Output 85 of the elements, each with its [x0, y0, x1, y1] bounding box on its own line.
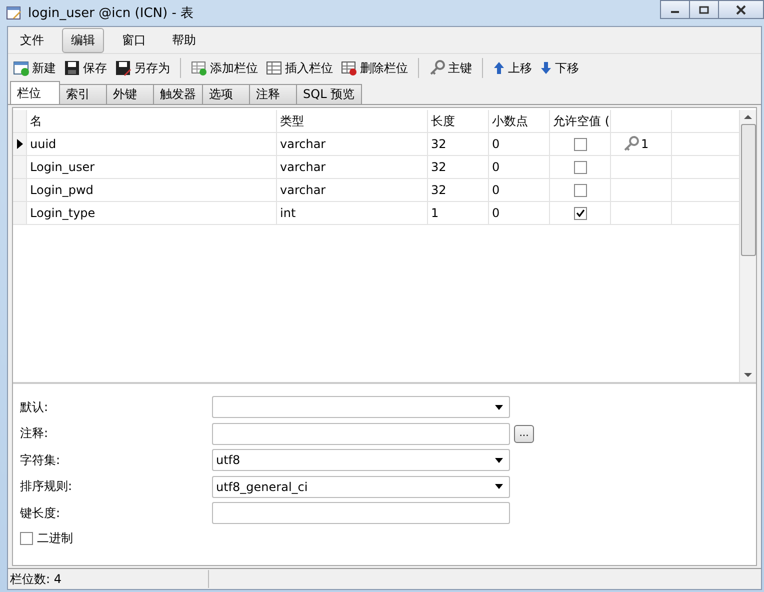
checkbox[interactable]	[574, 138, 586, 150]
tab[interactable]: SQL 预览	[296, 84, 362, 104]
table-cell: varchar	[277, 179, 428, 201]
grid-delete-icon	[341, 60, 357, 76]
table-cell: 0	[489, 202, 550, 224]
column-header: 长度	[428, 110, 489, 132]
toolbar-button[interactable]: 上移	[490, 58, 535, 78]
table-cell: 32	[428, 156, 489, 178]
floppy-icon	[64, 60, 80, 76]
close-icon	[736, 4, 746, 14]
input-field[interactable]	[212, 502, 510, 524]
table-cell: 0	[489, 156, 550, 178]
column-header: 小数点	[489, 110, 550, 132]
toolbar-button[interactable]: 插入栏位	[263, 58, 336, 78]
dropdown-arrow-icon	[495, 458, 503, 462]
menu-item[interactable]: 文件	[12, 28, 52, 52]
tab[interactable]: 索引	[59, 84, 107, 104]
field-label: 键长度:	[20, 504, 62, 522]
table-cell: Login_user	[27, 156, 277, 178]
input-field[interactable]	[212, 422, 510, 444]
minimize-button[interactable]	[660, 0, 690, 19]
toolbar-button[interactable]: 添加栏位	[188, 58, 261, 78]
menu-item[interactable]: 窗口	[114, 28, 154, 52]
table-cell: varchar	[277, 133, 428, 155]
tab[interactable]: 选项	[202, 84, 250, 104]
row-header[interactable]	[13, 133, 27, 155]
maximize-icon	[699, 6, 709, 14]
grid-add-icon	[191, 60, 207, 76]
table-cell: Login_pwd	[27, 179, 277, 201]
checkbox[interactable]	[574, 206, 586, 220]
table-cell: 0	[489, 133, 550, 155]
status-text: 栏位数: 4	[9, 570, 62, 588]
dropdown[interactable]	[212, 396, 510, 418]
dropdown-arrow-icon	[495, 404, 503, 410]
toolbar-button[interactable]: 下移	[537, 58, 582, 78]
floppy-icon	[115, 60, 131, 76]
tab[interactable]: 栏位	[10, 81, 60, 104]
grid-icon	[266, 60, 282, 76]
column-header: 允许空值 (	[550, 110, 611, 132]
field-label: 排序规则:	[20, 478, 74, 495]
table-cell: uuid	[27, 133, 277, 155]
maximize-button[interactable]	[689, 0, 719, 19]
scroll-up-icon[interactable]	[744, 114, 752, 120]
ellipsis-button[interactable]: ...	[514, 424, 534, 442]
column-header: 名	[27, 110, 277, 132]
row-pointer-icon	[17, 139, 23, 149]
scroll-down-icon[interactable]	[744, 372, 752, 378]
checkbox[interactable]	[574, 184, 586, 196]
table-add-icon	[13, 60, 29, 76]
field-label: 默认:	[20, 398, 50, 416]
up-arrow-icon	[493, 61, 505, 75]
toolbar-button[interactable]: 另存为	[112, 58, 173, 78]
table-cell: 1	[428, 202, 489, 224]
tab[interactable]: 触发器	[153, 84, 203, 104]
down-arrow-icon	[540, 61, 552, 75]
toolbar-button[interactable]: 删除栏位	[338, 58, 411, 78]
scrollbar[interactable]	[739, 110, 756, 382]
tab[interactable]: 注释	[249, 84, 297, 104]
table-cell: 32	[428, 133, 489, 155]
toolbar-button[interactable]: 保存	[61, 58, 110, 78]
table-cell: 0	[489, 179, 550, 201]
field-label: 字符集:	[20, 452, 62, 468]
table-icon	[6, 5, 22, 21]
table-cell: Login_type	[27, 202, 277, 224]
dropdown[interactable]: utf8	[212, 449, 510, 471]
dropdown-arrow-icon	[495, 484, 503, 489]
menu-item[interactable]: 帮助	[164, 28, 204, 52]
checkbox-label: 二进制	[37, 530, 73, 547]
tab[interactable]: 外键	[106, 84, 154, 104]
menu-item[interactable]: 编辑	[62, 28, 104, 52]
checkbox[interactable]	[574, 160, 586, 174]
table-cell: int	[277, 202, 428, 224]
table-cell: 32	[428, 179, 489, 201]
key-order: 1	[641, 137, 649, 151]
key-icon	[623, 136, 639, 152]
window-title: login_user @icn (ICN) - 表	[28, 5, 195, 22]
toolbar-button[interactable]: 主键	[426, 58, 475, 78]
toolbar-button[interactable]: 新建	[10, 58, 59, 78]
field-label: 注释:	[20, 425, 50, 442]
column-header: 类型	[277, 110, 428, 132]
checkbox[interactable]	[20, 532, 33, 545]
close-button[interactable]	[718, 0, 764, 19]
key-icon	[429, 60, 445, 76]
dropdown[interactable]: utf8_general_ci	[212, 476, 510, 498]
table-cell: varchar	[277, 156, 428, 178]
